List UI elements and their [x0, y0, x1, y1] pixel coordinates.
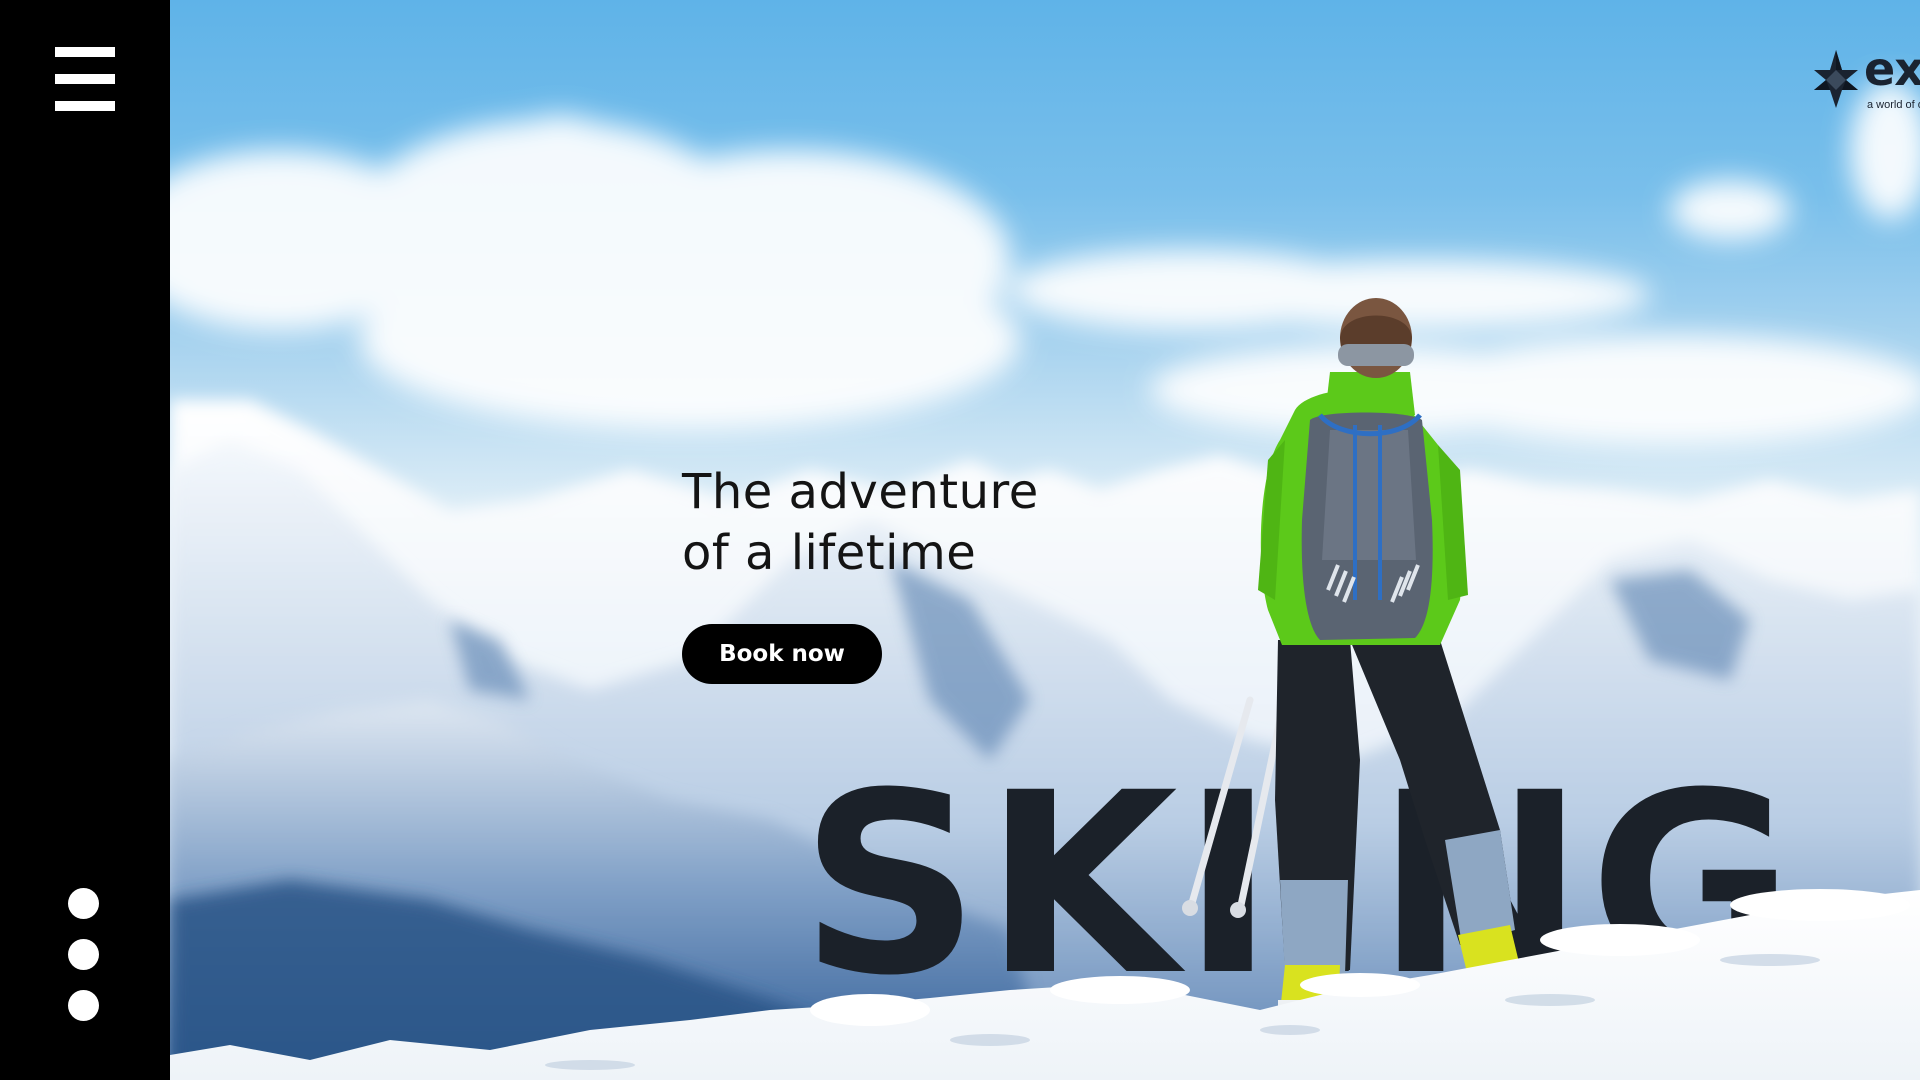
headline-line-1: The adventure — [682, 464, 1039, 520]
pager-dot-1[interactable] — [68, 888, 99, 919]
hero-section: explore a world of opportunity The adven… — [170, 0, 1920, 1080]
menu-bar — [55, 101, 115, 111]
pager-dot-2[interactable] — [68, 939, 99, 970]
hamburger-menu-icon[interactable] — [55, 47, 115, 111]
brand-tagline: a world of opportunity — [1867, 99, 1920, 111]
star-compass-icon — [1814, 50, 1858, 108]
brand-name: explore — [1864, 42, 1920, 96]
sidebar — [0, 0, 170, 1080]
menu-bar — [55, 47, 115, 57]
headline-line-2: of a lifetime — [682, 525, 977, 581]
pager-dot-3[interactable] — [68, 990, 99, 1021]
brand-logo[interactable]: explore a world of opportunity — [1810, 42, 1920, 118]
book-now-button[interactable]: Book now — [682, 624, 882, 684]
hero-big-word: SKIING — [800, 739, 1799, 1030]
landing-page: explore a world of opportunity The adven… — [0, 0, 1920, 1080]
slide-pager — [68, 888, 102, 1041]
menu-bar — [55, 74, 115, 84]
hero-headline: The adventure of a lifetime — [682, 462, 1102, 584]
